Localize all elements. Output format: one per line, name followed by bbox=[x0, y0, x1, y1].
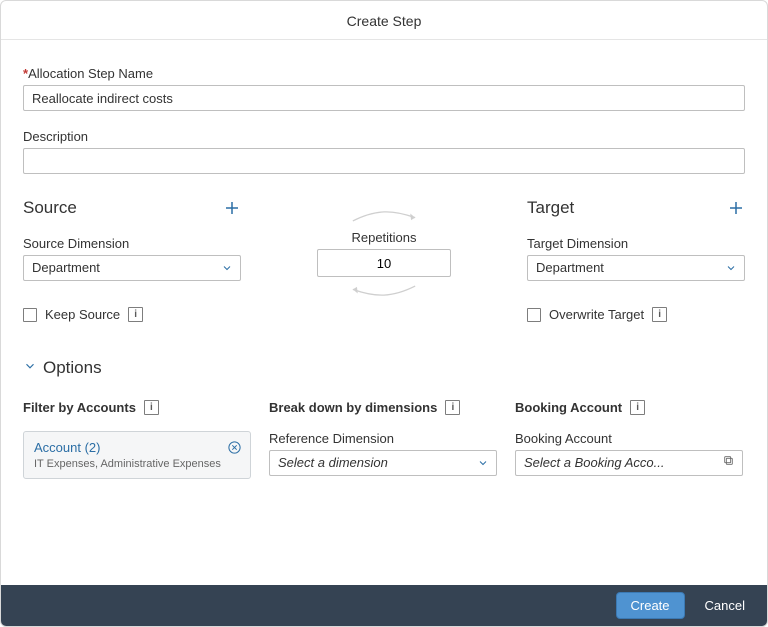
create-step-dialog: Create Step *Allocation Step Name Descri… bbox=[0, 0, 768, 627]
reference-dimension-select[interactable]: Select a dimension bbox=[269, 450, 497, 476]
options-title: Options bbox=[43, 358, 102, 378]
options-columns: Filter by Accounts i Account (2) IT Expe… bbox=[23, 400, 745, 479]
dialog-footer: Create Cancel bbox=[1, 585, 767, 626]
description-input[interactable] bbox=[23, 148, 745, 174]
booking-account-placeholder: Select a Booking Acco... bbox=[515, 450, 743, 476]
filter-accounts-title-row: Filter by Accounts i bbox=[23, 400, 251, 415]
plus-icon bbox=[727, 199, 745, 217]
reference-dimension-label: Reference Dimension bbox=[269, 431, 497, 446]
breakdown-title-row: Break down by dimensions i bbox=[269, 400, 497, 415]
source-column: Source Source Dimension Department bbox=[23, 198, 241, 322]
plus-icon bbox=[223, 199, 241, 217]
options-section: Options Filter by Accounts i Account (2)… bbox=[23, 358, 745, 479]
source-title-row: Source bbox=[23, 198, 241, 218]
booking-account-select[interactable]: Select a Booking Acco... bbox=[515, 450, 743, 476]
target-dimension-select[interactable]: Department bbox=[527, 255, 745, 281]
target-add-button[interactable] bbox=[727, 199, 745, 217]
dialog-body: *Allocation Step Name Description Source bbox=[1, 40, 767, 585]
account-filter-chip[interactable]: Account (2) IT Expenses, Administrative … bbox=[23, 431, 251, 479]
overwrite-target-checkbox[interactable] bbox=[527, 308, 541, 322]
source-title: Source bbox=[23, 198, 77, 218]
breakdown-column: Break down by dimensions i Reference Dim… bbox=[269, 400, 497, 479]
info-icon[interactable]: i bbox=[652, 307, 667, 322]
source-target-row: Source Source Dimension Department bbox=[23, 198, 745, 322]
filter-accounts-column: Filter by Accounts i Account (2) IT Expe… bbox=[23, 400, 251, 479]
target-title-row: Target bbox=[527, 198, 745, 218]
keep-source-row: Keep Source i bbox=[23, 307, 241, 322]
keep-source-label: Keep Source bbox=[45, 307, 120, 322]
source-add-button[interactable] bbox=[223, 199, 241, 217]
description-label: Description bbox=[23, 129, 745, 144]
account-chip-remove-button[interactable] bbox=[227, 440, 242, 460]
booking-account-title-row: Booking Account i bbox=[515, 400, 743, 415]
options-toggle[interactable]: Options bbox=[23, 358, 745, 378]
breakdown-title: Break down by dimensions bbox=[269, 400, 437, 415]
booking-account-field-label: Booking Account bbox=[515, 431, 743, 446]
source-dimension-select[interactable]: Department bbox=[23, 255, 241, 281]
flow-arrow-right-icon bbox=[343, 206, 425, 226]
description-field-group: Description bbox=[23, 129, 745, 174]
target-column: Target Target Dimension Department bbox=[527, 198, 745, 322]
allocation-name-input[interactable] bbox=[23, 85, 745, 111]
chevron-down-icon bbox=[23, 358, 37, 378]
booking-account-title: Booking Account bbox=[515, 400, 622, 415]
keep-source-checkbox[interactable] bbox=[23, 308, 37, 322]
target-dimension-label: Target Dimension bbox=[527, 236, 745, 251]
repetitions-label: Repetitions bbox=[351, 230, 416, 245]
booking-account-column: Booking Account i Booking Account Select… bbox=[515, 400, 743, 479]
overwrite-target-row: Overwrite Target i bbox=[527, 307, 745, 322]
info-icon[interactable]: i bbox=[144, 400, 159, 415]
reference-dimension-placeholder: Select a dimension bbox=[269, 450, 497, 476]
info-icon[interactable]: i bbox=[445, 400, 460, 415]
dialog-title: Create Step bbox=[1, 1, 767, 40]
source-dimension-label: Source Dimension bbox=[23, 236, 241, 251]
close-circle-icon bbox=[227, 442, 242, 459]
filter-accounts-title: Filter by Accounts bbox=[23, 400, 136, 415]
account-chip-title: Account (2) bbox=[34, 440, 222, 455]
target-title: Target bbox=[527, 198, 574, 218]
allocation-name-label-text: Allocation Step Name bbox=[28, 66, 153, 81]
account-chip-subtitle: IT Expenses, Administrative Expenses bbox=[34, 458, 222, 470]
flow-arrow-left-icon bbox=[343, 281, 425, 301]
source-dimension-value: Department bbox=[23, 255, 241, 281]
allocation-name-label: *Allocation Step Name bbox=[23, 66, 745, 81]
info-icon[interactable]: i bbox=[128, 307, 143, 322]
cancel-button[interactable]: Cancel bbox=[699, 597, 751, 614]
repetitions-column: Repetitions bbox=[241, 198, 527, 322]
allocation-name-field-group: *Allocation Step Name bbox=[23, 66, 745, 111]
info-icon[interactable]: i bbox=[630, 400, 645, 415]
target-dimension-value: Department bbox=[527, 255, 745, 281]
overwrite-target-label: Overwrite Target bbox=[549, 307, 644, 322]
create-button[interactable]: Create bbox=[616, 592, 685, 619]
repetitions-input[interactable] bbox=[317, 249, 451, 277]
